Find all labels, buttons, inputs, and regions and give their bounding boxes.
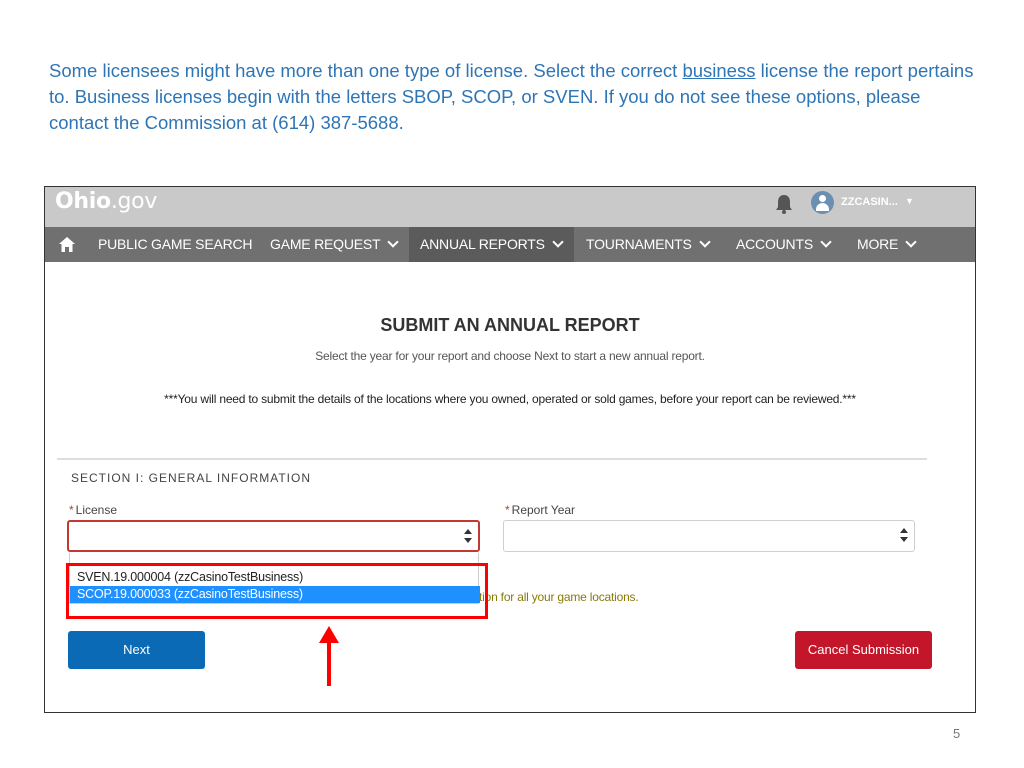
nav-annual-reports[interactable]: ANNUAL REPORTS [409, 227, 574, 262]
section-divider [57, 458, 927, 460]
page-title: SUBMIT AN ANNUAL REPORT [380, 315, 640, 335]
chevron-down-icon [820, 236, 832, 248]
chevron-down-icon [699, 236, 711, 248]
select-arrows-icon [900, 528, 908, 542]
user-menu-caret-icon[interactable]: ▼ [905, 196, 914, 206]
ohio-gov-logo[interactable]: Ohio.gov [55, 189, 157, 214]
highlight-box [66, 563, 488, 619]
next-button[interactable]: Next [68, 631, 205, 669]
page-subtitle: Select the year for your report and choo… [315, 349, 705, 363]
locations-notice: ***You will need to submit the details o… [164, 392, 856, 406]
page-number: 5 [953, 726, 961, 741]
nav-accounts[interactable]: ACCOUNTS [736, 227, 832, 262]
nav-more[interactable]: MORE [857, 227, 917, 262]
cancel-submission-button[interactable]: Cancel Submission [795, 631, 932, 669]
intro-underlined-word: business [682, 60, 756, 81]
nav-tournaments[interactable]: TOURNAMENTS [586, 227, 711, 262]
intro-text: Some licensees might have more than one … [49, 58, 979, 136]
red-arrow-shaft [327, 641, 331, 686]
license-select[interactable] [67, 520, 480, 552]
intro-part1: Some licensees might have more than one … [49, 60, 683, 81]
help-text: tion for all your game locations. [479, 590, 639, 604]
chevron-down-icon [387, 236, 400, 248]
user-avatar-icon[interactable] [811, 191, 834, 214]
report-year-label: * Report Year [505, 503, 576, 517]
nav-game-request[interactable]: GAME REQUEST [270, 227, 400, 262]
report-year-select[interactable] [503, 520, 915, 552]
main-nav: PUBLIC GAME SEARCH GAME REQUEST ANNUAL R… [45, 227, 975, 262]
user-name[interactable]: ZZCASIN... [841, 196, 898, 208]
license-label: * License [69, 503, 118, 517]
home-icon[interactable] [59, 237, 75, 252]
chevron-down-icon [552, 236, 564, 248]
screenshot-frame: Ohio.gov ZZCASIN... ▼ PUBLIC GAME SEARCH… [44, 186, 976, 713]
top-bar: Ohio.gov ZZCASIN... ▼ [45, 187, 975, 227]
section-title: SECTION I: GENERAL INFORMATION [71, 471, 312, 485]
select-arrows-icon [464, 529, 472, 543]
chevron-down-icon [905, 236, 917, 248]
bell-icon[interactable] [773, 193, 795, 215]
nav-public-game-search[interactable]: PUBLIC GAME SEARCH [98, 227, 253, 262]
